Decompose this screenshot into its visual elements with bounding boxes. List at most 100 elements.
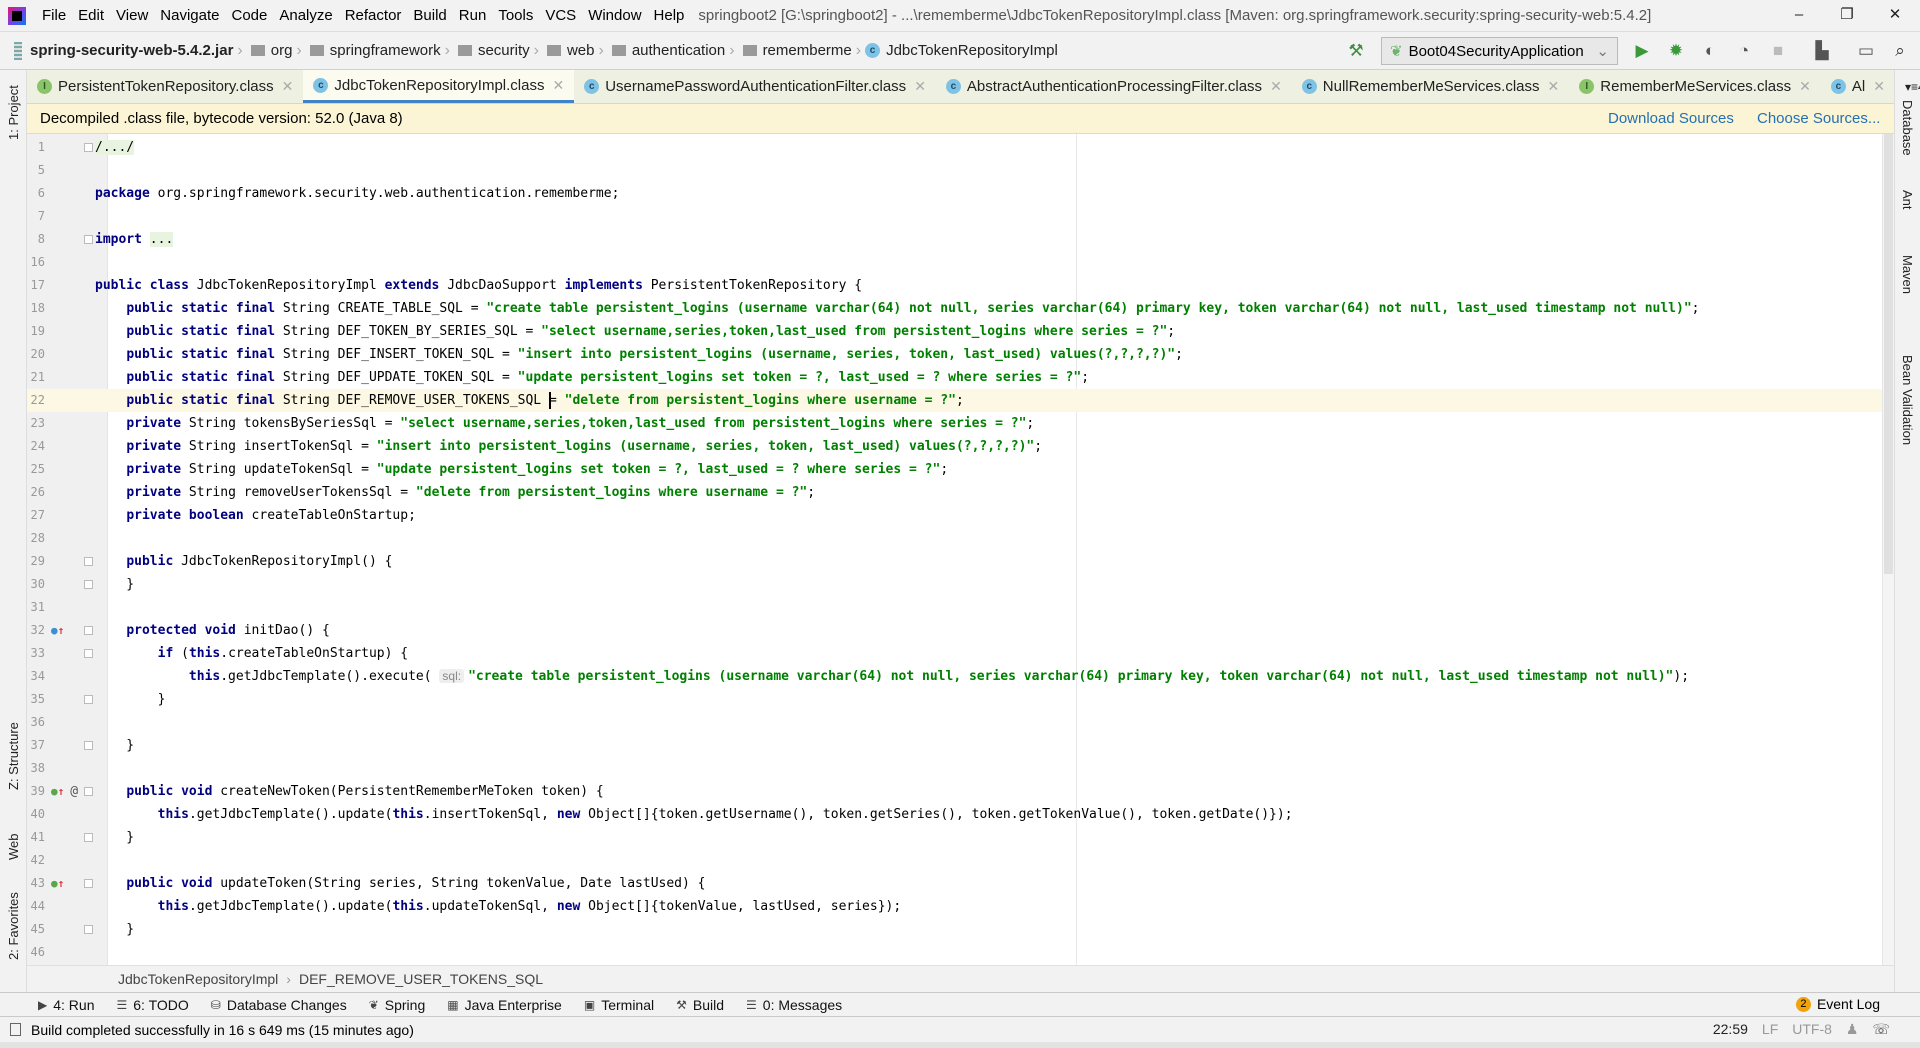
fold-marker-icon[interactable] xyxy=(84,833,93,842)
stop-icon[interactable]: ■ xyxy=(1768,41,1788,61)
debug-icon[interactable]: ✹ xyxy=(1666,41,1686,61)
tool-window-database-changes[interactable]: ⛁ Database Changes xyxy=(211,997,347,1013)
editor-tab[interactable]: c Al ✕ xyxy=(1821,70,1895,103)
fold-marker-icon[interactable] xyxy=(84,626,93,635)
stripe-project[interactable]: 1: Project xyxy=(6,85,21,140)
profile-icon[interactable]: ◔ xyxy=(1734,41,1754,61)
close-button[interactable]: ✕ xyxy=(1872,0,1918,31)
tool-window-label: Java Enterprise xyxy=(464,996,562,1013)
close-tab-icon[interactable]: ✕ xyxy=(552,77,564,94)
menu-window[interactable]: Window xyxy=(582,7,647,24)
tool-window-run[interactable]: ▶ 4: Run xyxy=(38,997,94,1013)
menu-refactor[interactable]: Refactor xyxy=(339,7,408,24)
download-sources-link[interactable]: Download Sources xyxy=(1608,110,1734,127)
menu-edit[interactable]: Edit xyxy=(72,7,110,24)
caret-position[interactable]: 22:59 xyxy=(1713,1021,1748,1038)
line-number: 43 xyxy=(30,876,45,890)
close-tab-icon[interactable]: ✕ xyxy=(914,78,926,95)
code-token: public static final xyxy=(126,347,276,362)
vertical-scrollbar[interactable] xyxy=(1882,134,1894,965)
menu-run[interactable]: Run xyxy=(453,7,493,24)
menu-help[interactable]: Help xyxy=(648,7,691,24)
editor-tab[interactable]: c NullRememberMeServices.class ✕ xyxy=(1292,70,1569,103)
close-tab-icon[interactable]: ✕ xyxy=(1873,78,1885,95)
nav-crumb-jar[interactable]: spring-security-web-5.4.2.jar xyxy=(30,42,233,59)
stripe-favorites[interactable]: 2: Favorites xyxy=(6,892,21,960)
tool-window-terminal[interactable]: ▣ Terminal xyxy=(584,997,654,1013)
stripe-maven[interactable]: Maven xyxy=(1900,255,1915,294)
toggle-tool-windows-icon[interactable] xyxy=(10,1023,21,1036)
stripe-structure[interactable]: Z: Structure xyxy=(6,722,21,790)
nav-crumb-folder[interactable]: › org xyxy=(233,42,292,60)
build-hammer-icon[interactable]: ⚒ xyxy=(1346,41,1366,61)
tool-window-todo[interactable]: ☰ 6: TODO xyxy=(116,997,188,1013)
git-user-icon[interactable]: ♟ xyxy=(1846,1021,1859,1038)
menu-navigate[interactable]: Navigate xyxy=(154,7,225,24)
event-log-button[interactable]: 2 Event Log xyxy=(1795,996,1880,1012)
tab-label: UsernamePasswordAuthenticationFilter.cla… xyxy=(605,78,907,95)
tool-window-messages[interactable]: ☰ 0: Messages xyxy=(746,997,842,1013)
breadcrumb-class[interactable]: JdbcTokenRepositoryImpl xyxy=(118,971,278,987)
fold-marker-icon[interactable] xyxy=(84,879,93,888)
restore-button[interactable]: ❐ xyxy=(1824,0,1870,31)
search-icon[interactable]: ⌕ xyxy=(1890,41,1910,61)
tool-window-java-enterprise[interactable]: ▦ Java Enterprise xyxy=(447,997,562,1013)
fold-marker-icon[interactable] xyxy=(84,649,93,658)
stripe-ant[interactable]: Ant xyxy=(1900,190,1915,210)
nav-crumb-folder[interactable]: › rememberme xyxy=(725,42,852,60)
nav-crumb-folder[interactable]: › springframework xyxy=(292,42,440,60)
close-tab-icon[interactable]: ✕ xyxy=(1548,78,1560,95)
fold-marker-icon[interactable] xyxy=(84,695,93,704)
coverage-icon[interactable]: ◐ xyxy=(1700,41,1720,61)
nav-crumb-class[interactable]: › c JdbcTokenRepositoryImpl xyxy=(852,42,1058,60)
stripe-database[interactable]: Database xyxy=(1900,100,1915,156)
menu-analyze[interactable]: Analyze xyxy=(273,7,338,24)
editor-tab[interactable]: c JdbcTokenRepositoryImpl.class ✕ xyxy=(303,70,575,103)
tool-window-spring[interactable]: ❦ Spring xyxy=(369,997,426,1013)
minimize-button[interactable]: – xyxy=(1776,0,1822,31)
project-structure-icon[interactable]: ▙ xyxy=(1812,41,1832,61)
menu-vcs[interactable]: VCS xyxy=(539,7,582,24)
fold-marker-icon[interactable] xyxy=(84,741,93,750)
breadcrumb-member[interactable]: DEF_REMOVE_USER_TOKENS_SQL xyxy=(299,971,543,987)
editor-tab[interactable]: c AbstractAuthenticationProcessingFilter.… xyxy=(936,70,1292,103)
tab-overflow-button[interactable]: ▾≡4 xyxy=(1895,70,1920,103)
fold-marker-icon[interactable] xyxy=(84,143,93,152)
notifications-icon[interactable]: ☏ xyxy=(1872,1021,1890,1038)
nav-crumb-folder[interactable]: › security xyxy=(441,42,530,60)
scrollbar-thumb[interactable] xyxy=(1884,134,1893,574)
code-editor[interactable]: 1 /.../ 5 6 package org.springframework.secu… xyxy=(27,134,1894,965)
editor-tab[interactable]: I PersistentTokenRepository.class ✕ xyxy=(27,70,303,103)
close-tab-icon[interactable]: ✕ xyxy=(1270,78,1282,95)
tool-window-build[interactable]: ⚒ Build xyxy=(676,997,724,1013)
line-number: 31 xyxy=(30,600,45,614)
stripe-bean-validation[interactable]: Bean Validation xyxy=(1900,355,1915,445)
editor-tab[interactable]: c UsernamePasswordAuthenticationFilter.cl… xyxy=(574,70,936,103)
choose-sources-link[interactable]: Choose Sources... xyxy=(1757,110,1880,127)
menu-code[interactable]: Code xyxy=(225,7,273,24)
close-tab-icon[interactable]: ✕ xyxy=(1799,78,1811,95)
fold-marker-icon[interactable] xyxy=(84,235,93,244)
menu-file[interactable]: File xyxy=(36,7,72,24)
fold-marker-icon[interactable] xyxy=(84,580,93,589)
menu-tools[interactable]: Tools xyxy=(492,7,539,24)
nav-crumb-folder[interactable]: › web xyxy=(530,42,595,60)
fold-marker-icon[interactable] xyxy=(84,557,93,566)
nav-crumb-folder[interactable]: › authentication xyxy=(595,42,726,60)
run-config-dropdown[interactable]: ❦ Boot04SecurityApplication ⌄ xyxy=(1381,37,1618,65)
code-token: this xyxy=(188,646,221,661)
editor-tab[interactable]: I RememberMeServices.class ✕ xyxy=(1569,70,1821,103)
code-token: ; xyxy=(940,462,949,477)
line-number: 6 xyxy=(37,186,45,200)
terminal-window-icon[interactable]: ▭ xyxy=(1856,41,1876,61)
menu-build[interactable]: Build xyxy=(407,7,452,24)
run-icon[interactable]: ▶ xyxy=(1632,41,1652,61)
file-encoding[interactable]: UTF-8 xyxy=(1792,1021,1832,1038)
line-number: 21 xyxy=(30,370,45,384)
line-separator[interactable]: LF xyxy=(1762,1021,1778,1038)
fold-marker-icon[interactable] xyxy=(84,925,93,934)
fold-marker-icon[interactable] xyxy=(84,787,93,796)
stripe-web[interactable]: Web xyxy=(6,834,21,861)
menu-view[interactable]: View xyxy=(110,7,154,24)
close-tab-icon[interactable]: ✕ xyxy=(282,78,294,95)
